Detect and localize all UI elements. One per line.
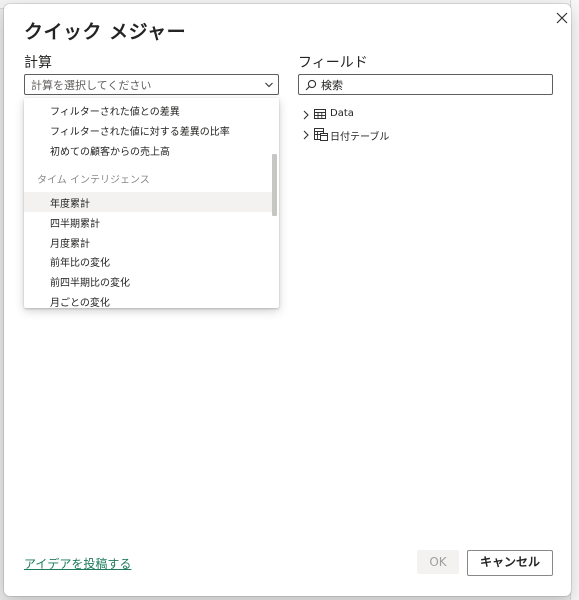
dropdown-item-label: 年度累計 xyxy=(50,199,90,210)
dropdown-item-selected[interactable]: 年度累計 xyxy=(24,192,272,212)
dropdown-item-label: フィルターされた値に対する差異の比率 xyxy=(50,127,230,138)
chevron-right-icon xyxy=(303,130,309,140)
dropdown-item-label: 四半期累計 xyxy=(50,219,100,230)
dropdown-item[interactable]: 月ごとの変化 xyxy=(24,291,272,308)
field-search-input[interactable]: 検索 xyxy=(298,74,553,95)
dropdown-item[interactable]: 初めての顧客からの売上高 xyxy=(24,140,272,160)
ok-button[interactable]: OK xyxy=(417,550,459,574)
dropdown-item-label: 月度累計 xyxy=(50,239,90,250)
calculation-label: 計算 xyxy=(24,55,52,71)
dropdown-item[interactable]: 月度累計 xyxy=(24,232,272,252)
dialog-title: クイック メジャー xyxy=(24,21,187,43)
table-icon xyxy=(314,109,326,119)
dropdown-item[interactable]: 前年比の変化 xyxy=(24,251,272,271)
dropdown-item-label: 月ごとの変化 xyxy=(50,298,110,308)
search-icon xyxy=(305,79,317,91)
tree-item-data[interactable]: Data xyxy=(302,106,422,124)
dropdown-item-label: 初めての顧客からの売上高 xyxy=(50,147,170,158)
chevron-right-icon xyxy=(303,110,309,120)
chevron-down-icon xyxy=(265,82,273,88)
dropdown-item-label: 前年比の変化 xyxy=(50,258,110,269)
close-button[interactable] xyxy=(553,9,571,27)
background-app-edge xyxy=(570,0,579,600)
fields-label: フィールド xyxy=(298,55,368,71)
submit-idea-link[interactable]: アイデアを投稿する xyxy=(24,555,131,572)
quick-measure-dialog: クイック メジャー 計算 計算を選択してください フィールド 検索 Data 日… xyxy=(4,4,571,596)
tree-item-date-table[interactable]: 日付テーブル xyxy=(302,126,422,144)
dropdown-group-header: タイム インテリジェンス xyxy=(37,175,150,186)
dropdown-item[interactable]: 前四半期比の変化 xyxy=(24,271,272,291)
cancel-button[interactable]: キャンセル xyxy=(467,550,553,576)
search-placeholder: 検索 xyxy=(321,79,343,92)
tree-item-label: Data xyxy=(330,108,354,119)
date-table-icon xyxy=(314,128,328,141)
calculation-select[interactable]: 計算を選択してください xyxy=(24,74,279,95)
dropdown-item-label: フィルターされた値との差異 xyxy=(50,107,180,118)
dropdown-item[interactable]: 四半期累計 xyxy=(24,212,272,232)
calculation-select-placeholder: 計算を選択してください xyxy=(31,79,152,92)
dropdown-item-label: 前四半期比の変化 xyxy=(50,278,130,289)
close-icon xyxy=(556,12,568,24)
dropdown-item[interactable]: フィルターされた値に対する差異の比率 xyxy=(24,120,272,140)
tree-item-label: 日付テーブル xyxy=(330,132,390,143)
calculation-dropdown-list: フィルターされた値との差異 フィルターされた値に対する差異の比率 初めての顧客か… xyxy=(24,98,279,308)
dropdown-scrollbar[interactable] xyxy=(272,154,277,216)
dropdown-item[interactable]: フィルターされた値との差異 xyxy=(24,100,272,120)
